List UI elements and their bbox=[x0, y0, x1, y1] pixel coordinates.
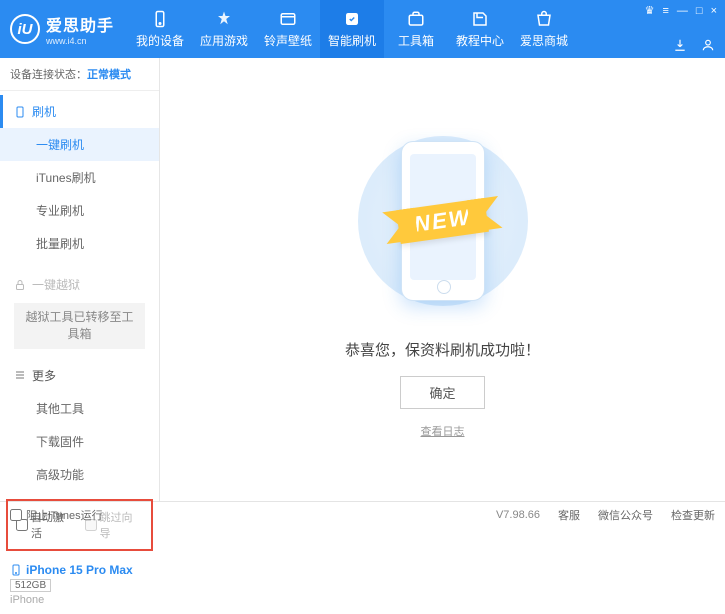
wechat-link[interactable]: 微信公众号 bbox=[598, 507, 653, 523]
topnav-item-0[interactable]: 我的设备 bbox=[128, 0, 192, 58]
version-label: V7.98.66 bbox=[496, 509, 540, 521]
list-icon bbox=[14, 369, 26, 381]
block-itunes-checkbox[interactable]: 阻止iTunes运行 bbox=[10, 507, 103, 523]
customer-service-link[interactable]: 客服 bbox=[558, 507, 580, 523]
sidebar-item-more-0[interactable]: 其他工具 bbox=[0, 392, 159, 425]
topnav-item-3[interactable]: 智能刷机 bbox=[320, 0, 384, 58]
sidebar-header-more[interactable]: 更多 bbox=[0, 359, 159, 392]
sidebar-item-more-1[interactable]: 下载固件 bbox=[0, 425, 159, 458]
success-illustration: NEW bbox=[353, 121, 533, 321]
download-button[interactable] bbox=[673, 38, 687, 52]
sidebar-header-flash[interactable]: 刷机 bbox=[0, 95, 159, 128]
device-mode: 正常模式 bbox=[87, 69, 131, 81]
topnav-item-5[interactable]: 教程中心 bbox=[448, 0, 512, 58]
check-update-link[interactable]: 检查更新 bbox=[671, 507, 715, 523]
nav-icon bbox=[470, 9, 490, 29]
titlebar: iU 爱思助手 www.i4.cn 我的设备应用游戏铃声壁纸智能刷机工具箱教程中… bbox=[0, 0, 725, 58]
logo-area: iU 爱思助手 www.i4.cn bbox=[0, 12, 128, 46]
brand-name: 爱思助手 bbox=[46, 12, 114, 36]
device-icon bbox=[10, 563, 22, 577]
success-message: 恭喜您，保资料刷机成功啦！ bbox=[345, 339, 540, 360]
nav-icon bbox=[150, 9, 170, 29]
device-name: iPhone 15 Pro Max bbox=[26, 563, 133, 577]
topnav-item-6[interactable]: 爱思商城 bbox=[512, 0, 576, 58]
phone-icon bbox=[14, 106, 26, 118]
maximize-icon[interactable]: □ bbox=[696, 5, 703, 17]
sidebar-item-more-2[interactable]: 高级功能 bbox=[0, 458, 159, 491]
nav-icon bbox=[278, 9, 298, 29]
window-controls: ♛ ≡ — □ × bbox=[645, 4, 717, 17]
device-platform: iPhone bbox=[10, 594, 149, 606]
sidebar: 设备连接状态：正常模式 刷机 一键刷机iTunes刷机专业刷机批量刷机 一键越狱… bbox=[0, 58, 160, 501]
nav-icon bbox=[214, 9, 234, 29]
view-log-link[interactable]: 查看日志 bbox=[421, 423, 465, 439]
topnav-item-4[interactable]: 工具箱 bbox=[384, 0, 448, 58]
device-info: iPhone 15 Pro Max 512GB iPhone bbox=[0, 555, 159, 614]
main-content: NEW 恭喜您，保资料刷机成功啦！ 确定 查看日志 bbox=[160, 58, 725, 501]
ok-button[interactable]: 确定 bbox=[400, 376, 484, 409]
sidebar-header-jailbreak: 一键越狱 bbox=[0, 268, 159, 301]
device-status: 设备连接状态：正常模式 bbox=[0, 58, 159, 91]
logo-icon: iU bbox=[10, 14, 40, 44]
nav-icon bbox=[342, 9, 362, 29]
top-nav: 我的设备应用游戏铃声壁纸智能刷机工具箱教程中心爱思商城 bbox=[128, 0, 576, 58]
topnav-item-2[interactable]: 铃声壁纸 bbox=[256, 0, 320, 58]
jailbreak-moved-note: 越狱工具已转移至工具箱 bbox=[14, 303, 145, 349]
sidebar-item-flash-3[interactable]: 批量刷机 bbox=[0, 227, 159, 260]
brand-url: www.i4.cn bbox=[46, 36, 114, 46]
account-button[interactable] bbox=[701, 38, 715, 52]
sidebar-item-flash-1[interactable]: iTunes刷机 bbox=[0, 161, 159, 194]
device-storage: 512GB bbox=[10, 579, 51, 592]
close-icon[interactable]: × bbox=[711, 5, 717, 17]
vip-icon[interactable]: ♛ bbox=[645, 4, 655, 17]
topnav-item-1[interactable]: 应用游戏 bbox=[192, 0, 256, 58]
menu-icon[interactable]: ≡ bbox=[662, 5, 668, 17]
minimize-icon[interactable]: — bbox=[677, 5, 688, 17]
sidebar-item-flash-0[interactable]: 一键刷机 bbox=[0, 128, 159, 161]
lock-icon bbox=[14, 279, 26, 291]
nav-icon bbox=[534, 9, 554, 29]
nav-icon bbox=[406, 9, 426, 29]
sidebar-item-flash-2[interactable]: 专业刷机 bbox=[0, 194, 159, 227]
